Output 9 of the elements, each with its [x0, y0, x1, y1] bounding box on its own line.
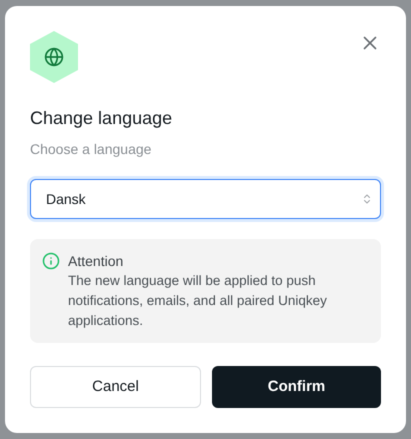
sort-icon — [361, 193, 373, 205]
notice-text: The new language will be applied to push notifications, emails, and all paired Uniqkey applications. — [68, 272, 328, 330]
info-icon — [42, 252, 60, 270]
dialog-title: Change language — [30, 107, 174, 130]
dialog-subtitle: Choose a language — [30, 140, 152, 159]
notice-title: Attention — [68, 252, 124, 271]
language-select[interactable]: Dansk — [30, 179, 381, 219]
cancel-button[interactable]: Cancel — [30, 366, 201, 408]
confirm-button[interactable]: Confirm — [212, 366, 381, 408]
